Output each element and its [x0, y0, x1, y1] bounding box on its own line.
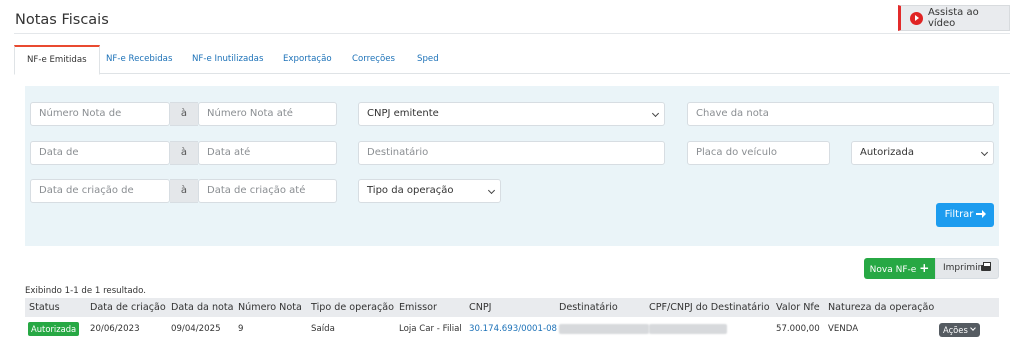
- tab-correcoes[interactable]: Correções: [352, 45, 395, 74]
- column-header[interactable]: CPF/CNPJ do Destinatário: [649, 298, 770, 317]
- column-header[interactable]: Data de criação: [90, 298, 166, 317]
- tipo-operacao-select[interactable]: Tipo da operação: [358, 179, 501, 203]
- data-ate-input[interactable]: Data até: [198, 141, 337, 165]
- chevron-down-icon: [980, 148, 989, 157]
- cell-natureza: VENDA: [828, 324, 859, 334]
- column-header[interactable]: Tipo de operação: [311, 298, 394, 317]
- chevron-down-icon: [651, 109, 660, 118]
- new-nfe-label: Nova NF-e: [869, 265, 917, 275]
- tab-sped[interactable]: Sped: [417, 45, 439, 74]
- numero-nota-ate-input[interactable]: Número Nota até: [198, 102, 337, 126]
- filter-button-label: Filtrar: [944, 209, 974, 220]
- destinatario-input[interactable]: Destinatário: [358, 141, 665, 165]
- cell-cnpj-link[interactable]: 30.174.693/0001-08: [469, 318, 557, 340]
- column-header[interactable]: Natureza da operação: [828, 298, 934, 317]
- cell-data-nota: 09/04/2025: [171, 324, 221, 334]
- arrow-right-icon: [976, 210, 987, 218]
- cell-data-criacao: 20/06/2023: [90, 324, 140, 334]
- actions-label: Ações: [943, 325, 968, 335]
- tab-exportacao[interactable]: Exportação: [283, 45, 332, 74]
- status-badge: Autorizada: [28, 322, 80, 336]
- tab-bar: NF-e Emitidas NF-e Recebidas NF-e Inutil…: [14, 45, 1010, 75]
- tipo-operacao-value: Tipo da operação: [367, 185, 454, 196]
- column-header[interactable]: CNPJ: [469, 298, 492, 317]
- range-separator: à: [170, 102, 198, 126]
- plus-icon: +: [919, 261, 930, 275]
- result-summary: Exibindo 1-1 de 1 resultado.: [25, 286, 146, 296]
- chevron-down-icon: [970, 325, 976, 331]
- column-header[interactable]: Status: [29, 298, 60, 317]
- play-circle-icon: [910, 11, 923, 25]
- column-header[interactable]: Valor Nfe: [776, 298, 820, 317]
- data-criacao-ate-input[interactable]: Data de criação até: [198, 179, 337, 203]
- redacted-destinatario: [559, 324, 649, 334]
- data-criacao-de-input[interactable]: Data de criação de: [30, 179, 170, 203]
- tab-nfe-recebidas[interactable]: NF-e Recebidas: [106, 45, 172, 74]
- tab-nfe-inutilizadas[interactable]: NF-e Inutilizadas: [192, 45, 263, 74]
- page-title: Notas Fiscais: [15, 12, 109, 28]
- watch-video-button[interactable]: Assista ao vídeo: [898, 5, 1010, 31]
- filter-button[interactable]: Filtrar: [936, 203, 994, 227]
- new-nfe-button[interactable]: Nova NF-e +: [864, 258, 935, 279]
- print-label: Imprimir: [943, 263, 982, 273]
- cell-numero-nota: 9: [238, 324, 244, 334]
- column-header[interactable]: Número Nota: [238, 298, 302, 317]
- cnpj-emitente-select[interactable]: CNPJ emitente: [358, 102, 665, 126]
- chave-nota-input[interactable]: Chave da nota: [687, 102, 994, 126]
- print-button[interactable]: Imprimir: [935, 258, 999, 279]
- column-header[interactable]: Destinatário: [559, 298, 618, 317]
- tab-nfe-emitidas[interactable]: NF-e Emitidas: [14, 45, 100, 75]
- cell-tipo-operacao: Saída: [311, 324, 335, 334]
- data-de-input[interactable]: Data de: [30, 141, 170, 165]
- watch-video-label: Assista ao vídeo: [927, 7, 979, 29]
- range-separator: à: [170, 141, 198, 165]
- numero-nota-de-input[interactable]: Número Nota de: [30, 102, 170, 126]
- table-header: Status Data de criação Data da nota Núme…: [25, 298, 999, 317]
- chevron-down-icon: [487, 186, 496, 195]
- range-separator: à: [170, 179, 198, 203]
- actions-dropdown-button[interactable]: Ações: [939, 323, 980, 337]
- redacted-cpf-cnpj: [649, 324, 727, 334]
- status-select-value: Autorizada: [860, 147, 914, 158]
- cell-valor-nfe: 57.000,00: [776, 324, 820, 334]
- printer-icon: [981, 262, 991, 271]
- cnpj-emitente-value: CNPJ emitente: [367, 108, 439, 119]
- column-header[interactable]: Data da nota: [171, 298, 234, 317]
- cell-emissor: Loja Car - Filial: [399, 324, 462, 334]
- table-row: Autorizada 20/06/2023 09/04/2025 9 Saída…: [25, 318, 999, 340]
- placa-veiculo-input[interactable]: Placa do veículo: [687, 141, 830, 165]
- title-divider: [14, 33, 1010, 34]
- status-select[interactable]: Autorizada: [851, 141, 994, 165]
- column-header[interactable]: Emissor: [399, 298, 437, 317]
